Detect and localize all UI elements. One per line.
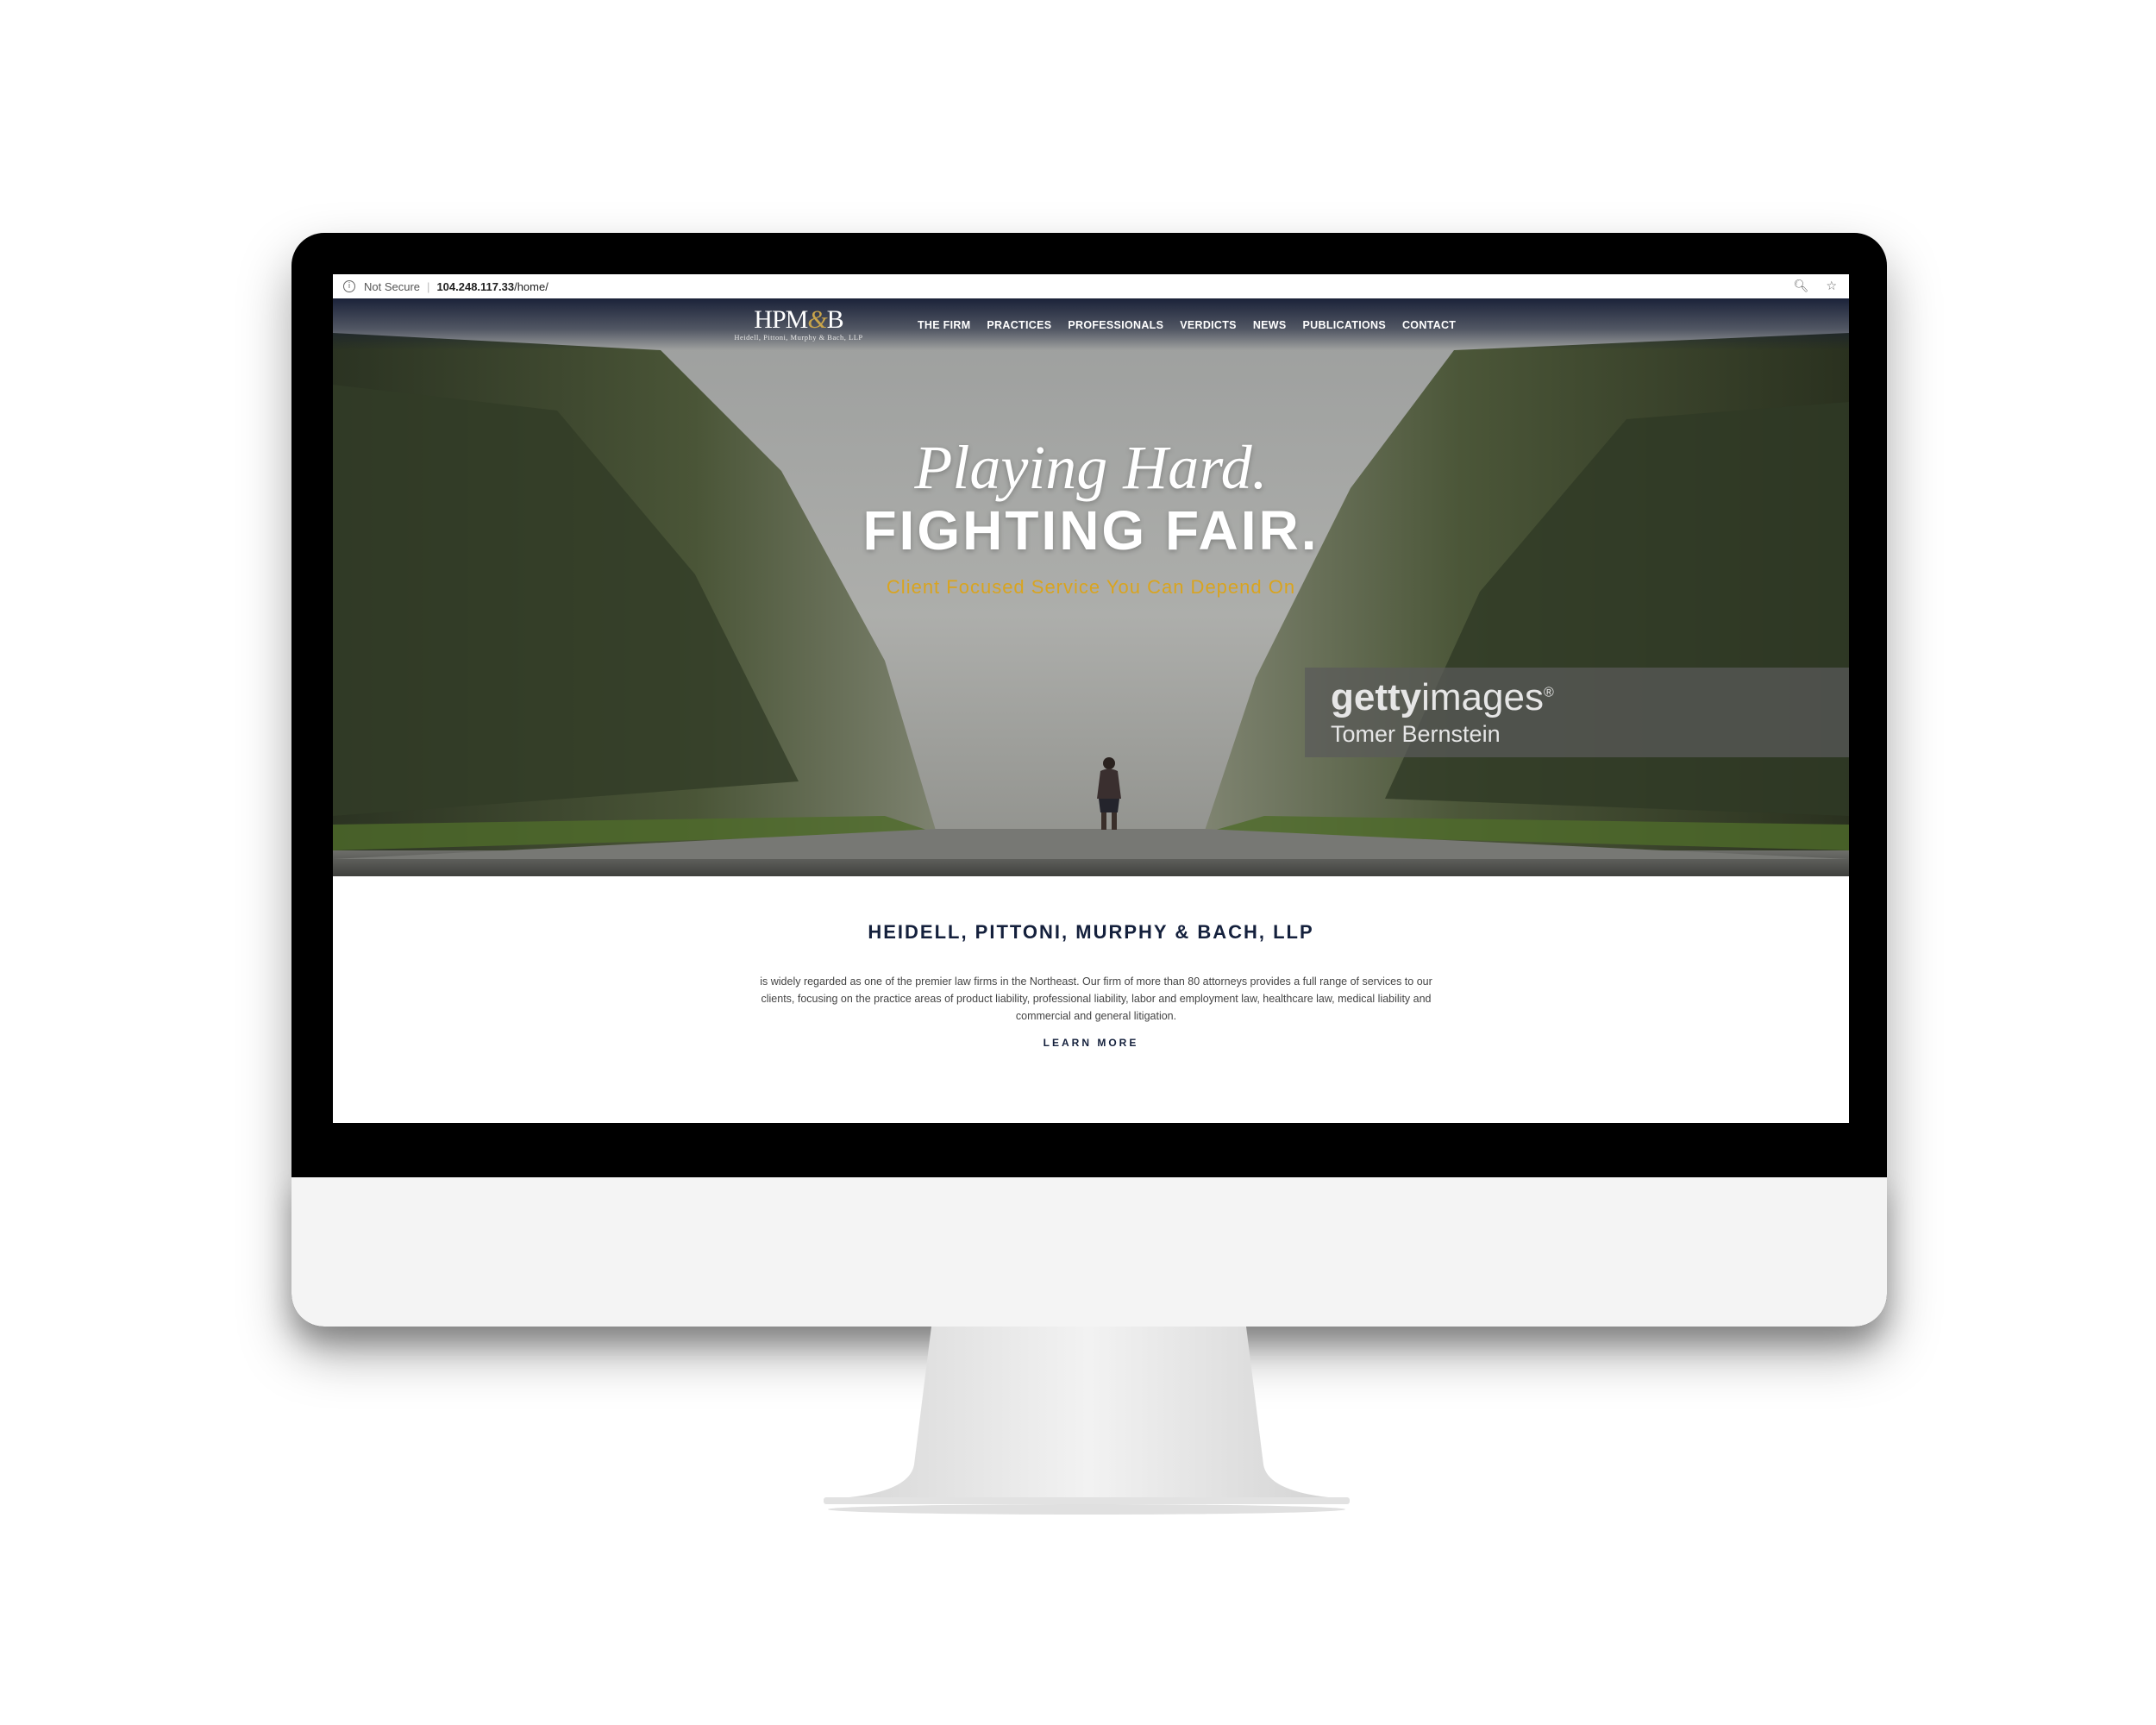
watermark-credit: Tomer Bernstein	[1331, 721, 1501, 747]
address-bar[interactable]: i Not Secure | 104.248.117.33/home/ 🔍︎ ☆	[333, 274, 1849, 299]
hero-tagline: Client Focused Service You Can Depend On	[886, 576, 1296, 598]
firm-description: is widely regarded as one of the premier…	[760, 975, 1432, 1022]
separator: |	[427, 279, 430, 293]
hero-section: HPM&B Heidell, Pittoni, Murphy & Bach, L…	[333, 298, 1849, 876]
monitor-chin	[291, 1177, 1887, 1327]
hero-headline-bold: FIGHTING FAIR.	[862, 499, 1319, 561]
bookmark-star-icon[interactable]: ☆	[1826, 279, 1837, 293]
stock-photo-watermark: gettyimages® Tomer Bernstein	[1305, 668, 1849, 757]
learn-more-link[interactable]: LEARN MORE	[333, 1037, 1849, 1049]
zoom-search-icon[interactable]: 🔍︎	[1794, 279, 1809, 293]
watermark-brand: gettyimages®	[1331, 676, 1554, 718]
security-label: Not Secure	[364, 279, 421, 293]
site-navbar: HPM&B Heidell, Pittoni, Murphy & Bach, L…	[333, 298, 1849, 350]
monitor-stand	[824, 1327, 1350, 1515]
url-text[interactable]: 104.248.117.33/home/	[436, 280, 548, 293]
about-section: HEIDELL, PITTONI, MURPHY & BACH, LLP is …	[333, 876, 1849, 1123]
address-bar-actions: 🔍︎ ☆	[1794, 274, 1837, 298]
hero-headline-italic: Playing Hard.	[914, 433, 1268, 502]
browser-screen: i Not Secure | 104.248.117.33/home/ 🔍︎ ☆	[333, 274, 1849, 1123]
nav-item-news[interactable]: NEWS	[1253, 319, 1287, 331]
firm-title: HEIDELL, PITTONI, MURPHY & BACH, LLP	[868, 921, 1314, 943]
nav-item-verdicts[interactable]: VERDICTS	[1180, 319, 1237, 331]
main-nav: THE FIRM PRACTICES PROFESSIONALS VERDICT…	[918, 319, 1456, 331]
logo-subtitle: Heidell, Pittoni, Murphy & Bach, LLP	[734, 333, 863, 342]
url-host: 104.248.117.33	[436, 279, 515, 293]
nav-item-practices[interactable]: PRACTICES	[987, 319, 1051, 331]
nav-item-publications[interactable]: PUBLICATIONS	[1303, 319, 1386, 331]
url-path: /home/	[514, 279, 548, 293]
logo-mark: HPM&B	[754, 305, 843, 334]
nav-item-the-firm[interactable]: THE FIRM	[918, 319, 970, 331]
site-logo[interactable]: HPM&B Heidell, Pittoni, Murphy & Bach, L…	[712, 307, 885, 347]
nav-item-contact[interactable]: CONTACT	[1402, 319, 1456, 331]
nav-item-professionals[interactable]: PROFESSIONALS	[1068, 319, 1163, 331]
info-icon[interactable]: i	[343, 280, 355, 292]
